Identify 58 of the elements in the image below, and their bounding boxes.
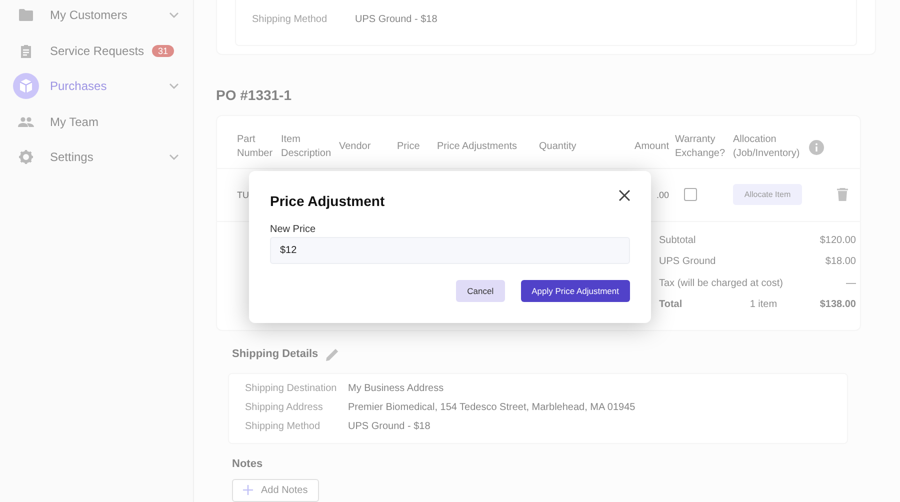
total-value: $138.00 [820, 298, 856, 312]
column-header: Allocation (Job/Inventory) [733, 133, 799, 162]
summary-value: $18.00 [825, 255, 856, 270]
column-header: Warranty Exchange? [675, 133, 726, 162]
field-label: New Price [270, 224, 317, 235]
settings-icon [19, 150, 33, 164]
count-badge: 31 [152, 44, 174, 57]
column-header: Price Adjustments [437, 140, 518, 154]
column-header: Amount [634, 140, 669, 154]
sidebar-label: My Team [50, 114, 98, 129]
dialog-title: Price Adjustment [270, 193, 385, 209]
summary-label: Tax (will be charged at cost) [659, 276, 784, 291]
sidebar-label: My Customers [50, 8, 128, 22]
total-label: Total [659, 298, 684, 312]
chevron-icon[interactable] [169, 83, 179, 90]
plus-icon [243, 485, 253, 496]
folder-icon [19, 9, 33, 22]
info-icon[interactable] [809, 140, 824, 155]
close-icon[interactable] [619, 190, 630, 201]
clipboard-icon [20, 44, 32, 58]
summary-label: Subtotal [659, 234, 697, 248]
sidebar-label: Purchases [50, 79, 107, 94]
detail-label: Shipping Address [245, 400, 324, 415]
table-cell-text: .00 [655, 190, 669, 200]
column-header: Vendor [339, 140, 372, 154]
detail-label: Shipping Destination [245, 382, 338, 396]
sidebar-label: Service Requests [50, 44, 144, 58]
apply-button[interactable]: Apply Price Adjustment [520, 280, 630, 302]
detail-label: Shipping Method [245, 420, 322, 434]
detail-label: Shipping Method [252, 13, 328, 27]
column-header: Quantity [539, 140, 578, 154]
price-input-field[interactable]: $12 [270, 237, 630, 264]
po-title: PO #1331-1 [216, 86, 292, 103]
table-cell: TU [237, 190, 249, 200]
summary-value: $120.00 [820, 234, 856, 248]
detail-value: My Business Address [348, 382, 444, 396]
sidebar-label: Settings [50, 150, 94, 164]
column-header: Part Number [237, 133, 274, 162]
summary-value: — [846, 276, 856, 291]
detail-value: UPS Ground - $18 [348, 420, 430, 434]
pencil-icon[interactable] [326, 348, 340, 361]
add-notes-button[interactable]: Add Notes [232, 478, 319, 502]
chevron-icon[interactable] [169, 12, 179, 18]
cancel-button[interactable]: Cancel [456, 280, 505, 302]
section-title: Notes [232, 458, 263, 470]
trash-icon[interactable] [837, 188, 848, 202]
detail-value: UPS Ground - $18 [355, 13, 438, 27]
allocate-button[interactable]: Allocate Item [733, 184, 802, 206]
box-icon [18, 78, 34, 94]
warranty-checkbox[interactable] [684, 188, 697, 202]
summary-label: UPS Ground [659, 255, 717, 270]
column-header: Item Description [281, 133, 332, 162]
column-header: Price [397, 140, 421, 154]
chevron-icon[interactable] [169, 154, 179, 160]
item-count: 1 item [750, 298, 778, 312]
section-title: Shipping Details [232, 348, 318, 360]
detail-value: Premier Biomedical, 154 Tedesco Street, Marblehead, MA 01945 [348, 400, 636, 415]
people-icon [18, 116, 34, 127]
